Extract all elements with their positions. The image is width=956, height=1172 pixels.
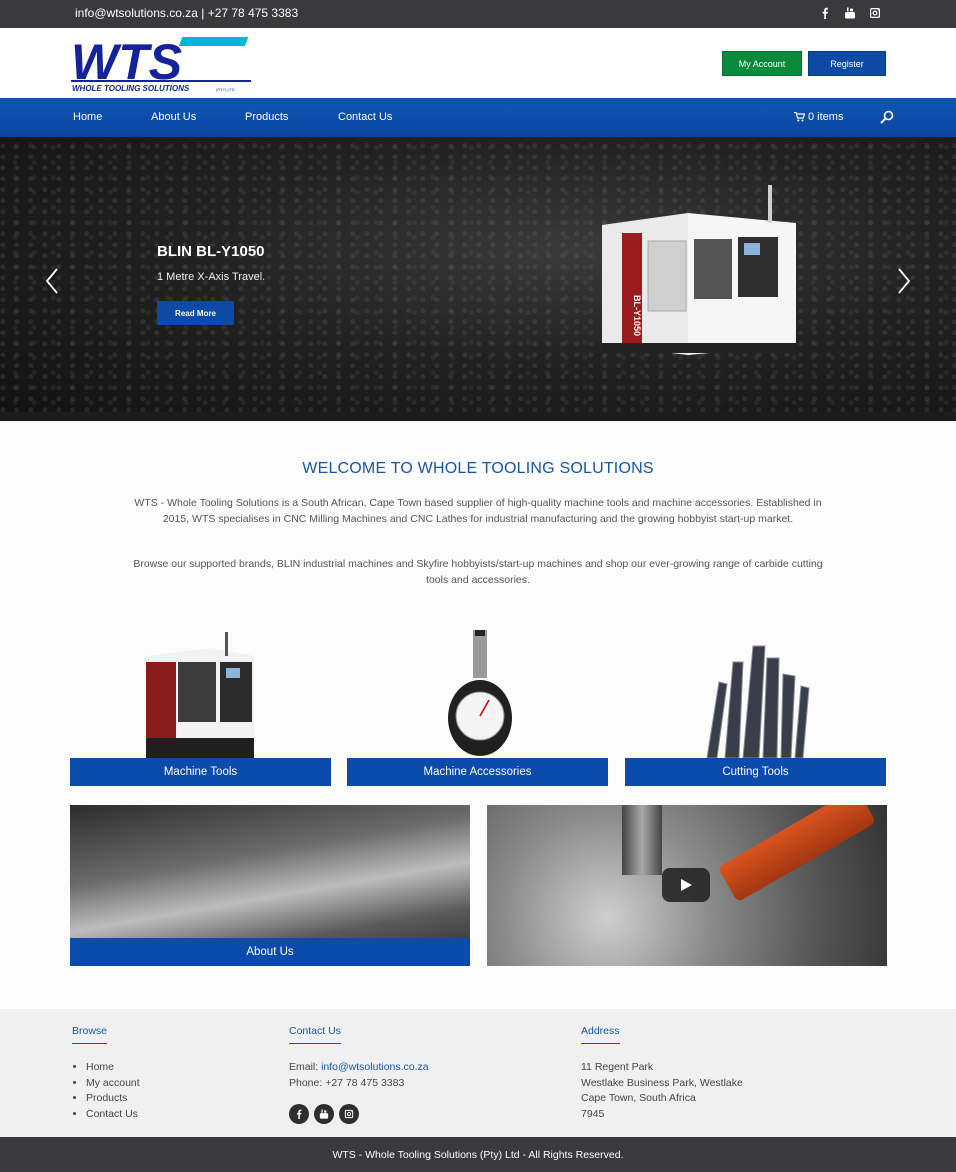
search-icon[interactable] <box>880 110 894 124</box>
footer-email-label: Email: <box>289 1061 322 1073</box>
topbar-contact[interactable]: info@wtsolutions.co.za | +27 78 475 3383 <box>75 6 298 20</box>
site-header: WTS WHOLE TOOLING SOLUTIONS (PTY) LTD My… <box>0 28 956 98</box>
youtube-icon[interactable] <box>314 1104 334 1124</box>
category-machine-tools[interactable]: Machine Tools <box>70 622 331 786</box>
cutting-tools-image <box>625 622 886 759</box>
hero-subtitle: 1 Metre X-Axis Travel. <box>157 271 266 283</box>
about-us-tile[interactable]: About Us <box>70 805 470 966</box>
hero-slider: BLIN BL-Y1050 1 Metre X-Axis Travel. Rea… <box>0 137 956 421</box>
footer-contact-title: Contact Us <box>289 1025 341 1044</box>
footer-phone: Phone: +27 78 475 3383 <box>289 1076 405 1089</box>
nav-about-us[interactable]: About Us <box>151 111 196 123</box>
machine-accessories-image <box>347 622 608 758</box>
hero-background <box>0 137 956 421</box>
play-icon[interactable] <box>662 868 710 902</box>
instagram-icon[interactable] <box>869 7 881 19</box>
footer-address: Address 11 Regent Park Westlake Business… <box>581 1025 743 1122</box>
register-button[interactable]: Register <box>808 51 886 76</box>
read-more-button[interactable]: Read More <box>157 301 234 325</box>
logo-suffix: (PTY) LTD <box>216 87 235 92</box>
category-cutting-tools[interactable]: Cutting Tools <box>625 622 886 786</box>
cart-count: 0 items <box>808 111 844 123</box>
welcome-title: WELCOME TO WHOLE TOOLING SOLUTIONS <box>302 460 654 477</box>
welcome-paragraph-1: WTS - Whole Tooling Solutions is a South… <box>134 497 822 525</box>
welcome-paragraph-2: Browse our supported brands, BLIN indust… <box>133 558 823 586</box>
machine-tools-image <box>70 622 331 758</box>
footer-link-home[interactable]: Home <box>86 1060 140 1076</box>
copyright-text: WTS - Whole Tooling Solutions (Pty) Ltd … <box>332 1148 624 1161</box>
footer-social <box>289 1104 429 1124</box>
nav-home[interactable]: Home <box>73 111 102 123</box>
youtube-icon[interactable] <box>844 7 856 19</box>
address-line: Westlake Business Park, Westlake <box>581 1076 743 1089</box>
nav-contact-us[interactable]: Contact Us <box>338 111 392 123</box>
footer-link-contact-us[interactable]: Contact Us <box>86 1107 140 1123</box>
footer-address-title: Address <box>581 1025 620 1044</box>
footer-email-line: Email: info@wtsolutions.co.za <box>289 1060 429 1076</box>
footer-email-link[interactable]: info@wtsolutions.co.za <box>321 1061 429 1073</box>
address-line: Cape Town, South Africa <box>581 1092 696 1104</box>
topbar-social <box>819 7 881 19</box>
footer-contact: Contact Us Email: info@wtsolutions.co.za… <box>289 1025 429 1124</box>
address-line: 7945 <box>581 1107 605 1120</box>
cnc-machine-image: BL-Y1050 <box>598 185 803 360</box>
video-player[interactable] <box>487 805 887 966</box>
top-bar: info@wtsolutions.co.za | +27 78 475 3383 <box>0 0 956 28</box>
hero-bottom-strip <box>0 412 956 421</box>
instagram-icon[interactable] <box>339 1104 359 1124</box>
slider-prev-icon[interactable] <box>44 267 60 295</box>
about-us-tile-label[interactable]: About Us <box>70 938 470 966</box>
footer-link-my-account[interactable]: My account <box>86 1076 140 1092</box>
nav-products[interactable]: Products <box>245 111 288 123</box>
copyright-bar: WTS - Whole Tooling Solutions (Pty) Ltd … <box>0 1137 956 1172</box>
site-footer: Browse Home My account Products Contact … <box>0 1009 956 1137</box>
footer-link-products[interactable]: Products <box>86 1091 140 1107</box>
footer-browse-title: Browse <box>72 1025 108 1044</box>
address-line: 11 Regent Park <box>581 1061 654 1073</box>
logo-tagline: WHOLE TOOLING SOLUTIONS <box>72 84 190 93</box>
slider-next-icon[interactable] <box>896 267 912 295</box>
video-thumbnail-spindle <box>622 805 662 875</box>
video-thumbnail-tool <box>717 805 877 903</box>
cart-link[interactable]: 0 items <box>794 111 843 123</box>
wts-logo[interactable]: WTS WHOLE TOOLING SOLUTIONS (PTY) LTD <box>71 34 251 93</box>
machine-tools-label[interactable]: Machine Tools <box>70 758 331 786</box>
my-account-button[interactable]: My Account <box>722 51 802 76</box>
facebook-icon[interactable] <box>289 1104 309 1124</box>
hero-title: BLIN BL-Y1050 <box>157 243 265 260</box>
machine-accessories-label[interactable]: Machine Accessories <box>347 758 608 786</box>
cart-icon <box>794 112 805 122</box>
footer-browse: Browse Home My account Products Contact … <box>72 1025 140 1122</box>
machine-label: BL-Y1050 <box>632 295 642 336</box>
cutting-tools-label[interactable]: Cutting Tools <box>625 758 886 786</box>
facebook-icon[interactable] <box>819 7 831 19</box>
main-nav: Home About Us Products Contact Us 0 item… <box>0 98 956 137</box>
category-machine-accessories[interactable]: Machine Accessories <box>347 622 608 786</box>
